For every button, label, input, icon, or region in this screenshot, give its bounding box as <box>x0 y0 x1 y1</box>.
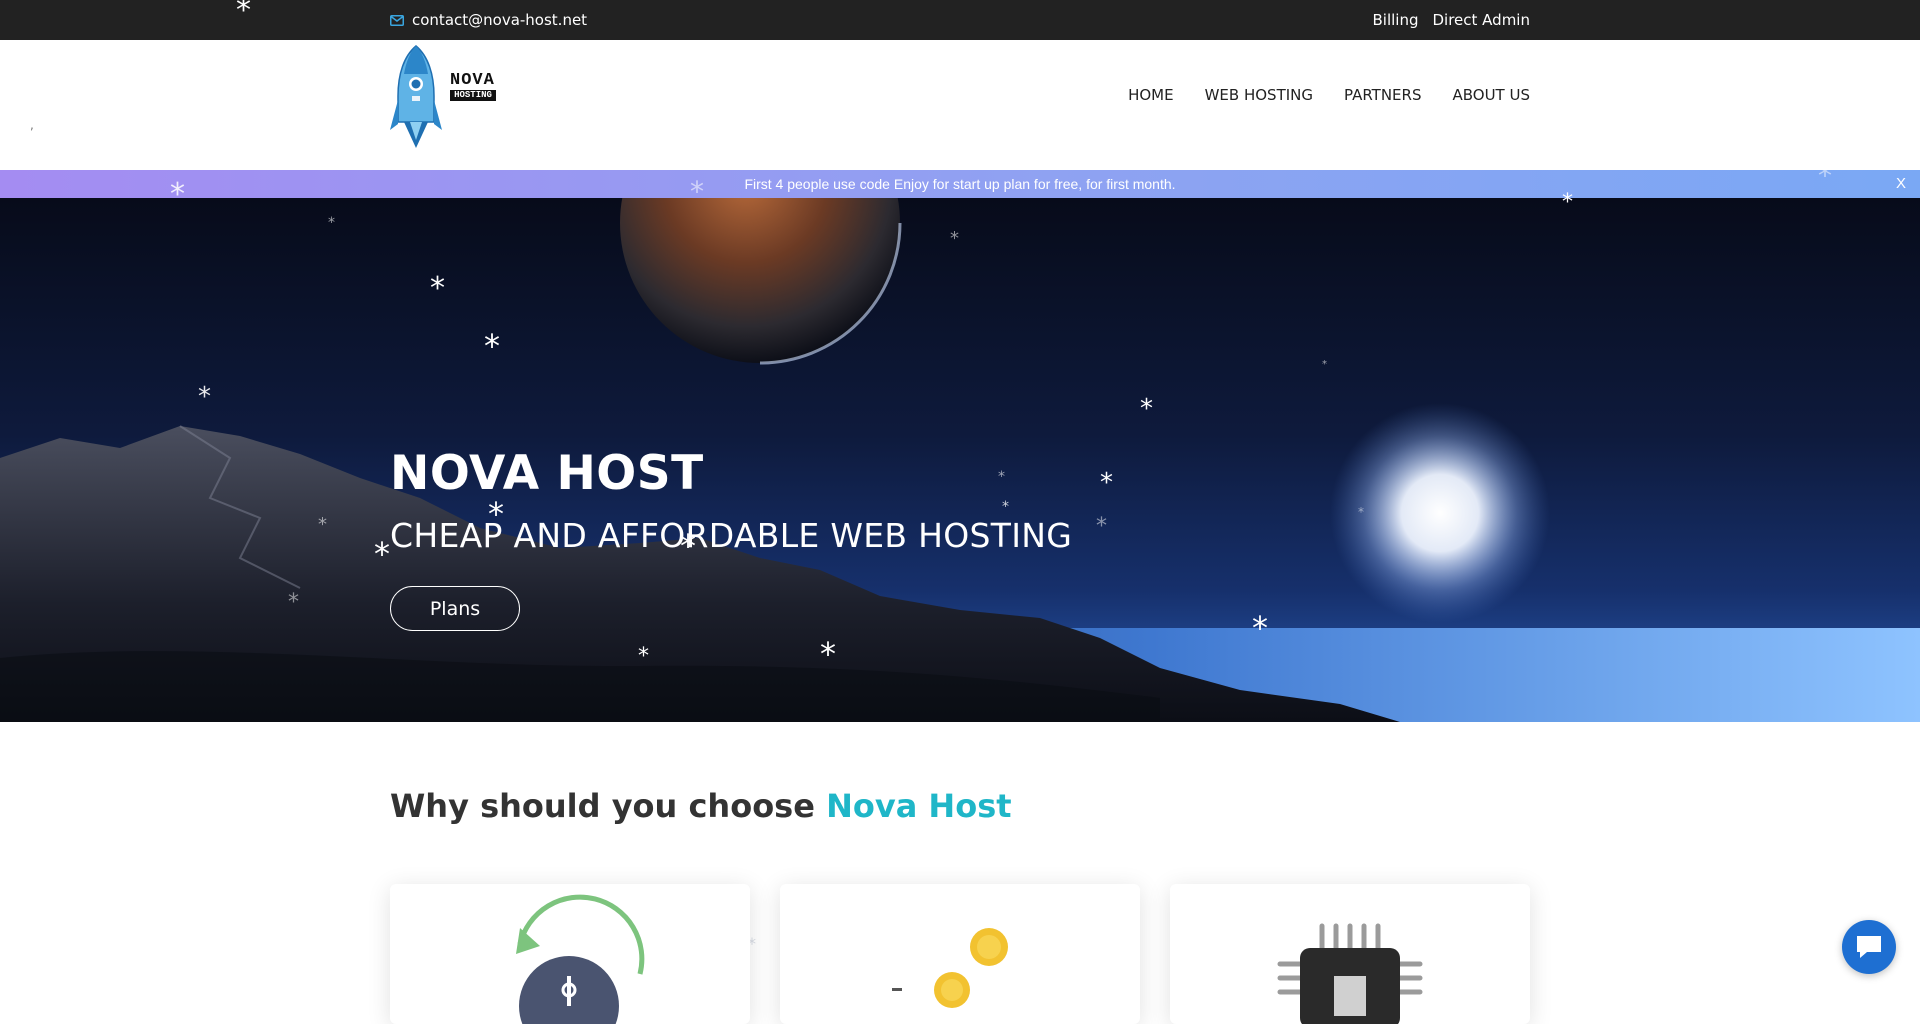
top-bar: contact@nova-host.net Billing Direct Adm… <box>0 0 1920 40</box>
live-chat-button[interactable] <box>1842 920 1896 974</box>
why-heading-prefix: Why should you choose <box>390 787 815 825</box>
coins-icon <box>892 928 1008 1008</box>
feature-card <box>1170 884 1530 1024</box>
plans-button[interactable]: Plans <box>390 586 520 631</box>
nav-about-us[interactable]: ABOUT US <box>1452 86 1530 104</box>
chat-bubble-icon <box>1857 936 1881 958</box>
promo-close-button[interactable]: X <box>1896 175 1906 192</box>
site-logo[interactable]: NOVA HOSTING <box>390 44 502 148</box>
billing-link[interactable]: Billing <box>1373 11 1419 29</box>
promo-text: First 4 people use code Enjoy for start … <box>744 176 1176 192</box>
space-landscape-image <box>0 198 1920 722</box>
hero-title: NOVA HOST <box>390 446 704 501</box>
promo-banner: First 4 people use code Enjoy for start … <box>0 170 1920 198</box>
why-heading: Why should you choose Nova Host <box>390 787 1012 825</box>
site-header: NOVA HOSTING , HOME WEB HOSTING PARTNERS… <box>0 40 1920 170</box>
nav-web-hosting[interactable]: WEB HOSTING <box>1205 86 1313 104</box>
main-nav: HOME WEB HOSTING PARTNERS ABOUT US <box>1128 86 1530 104</box>
envelope-icon <box>390 14 404 26</box>
stray-mark: , <box>30 118 34 132</box>
cpu-chip-icon <box>1277 923 1423 1024</box>
top-links: Billing Direct Admin <box>1373 11 1531 29</box>
clock-refresh-icon <box>516 894 645 1024</box>
logo-line1: NOVA <box>450 71 495 90</box>
feature-card <box>780 884 1140 1024</box>
contact-email-text: contact@nova-host.net <box>412 11 588 29</box>
nav-partners[interactable]: PARTNERS <box>1344 86 1421 104</box>
why-heading-brand: Nova Host <box>826 787 1012 825</box>
contact-email[interactable]: contact@nova-host.net <box>390 11 587 29</box>
hero-section: NOVA HOST CHEAP AND AFFORDABLE WEB HOSTI… <box>0 198 1920 722</box>
logo-wordmark: NOVA HOSTING <box>450 72 496 101</box>
feature-card <box>390 884 750 1024</box>
logo-line2: HOSTING <box>450 90 496 101</box>
nav-home[interactable]: HOME <box>1128 86 1174 104</box>
hero-subtitle: CHEAP AND AFFORDABLE WEB HOSTING <box>390 516 1073 555</box>
direct-admin-link[interactable]: Direct Admin <box>1433 11 1531 29</box>
